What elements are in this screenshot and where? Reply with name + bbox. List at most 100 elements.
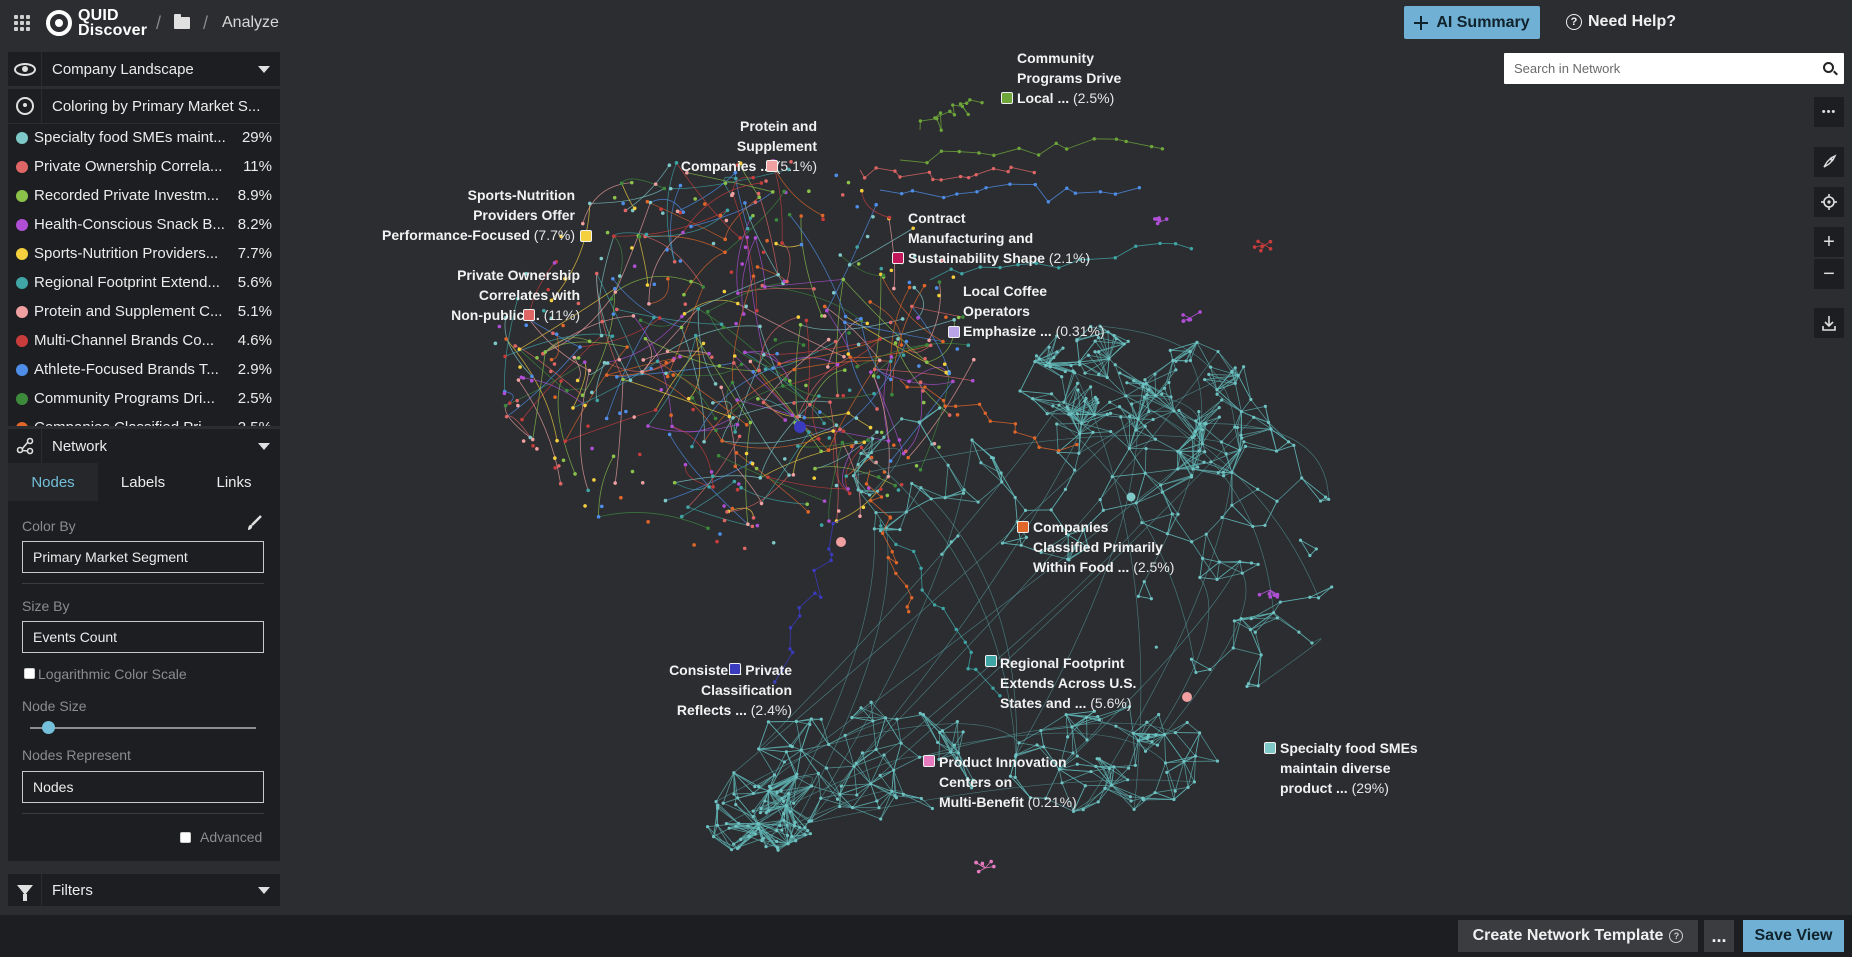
layout-button[interactable] bbox=[1814, 147, 1844, 177]
bottom-more-button[interactable]: ... bbox=[1704, 920, 1734, 952]
search-icon[interactable] bbox=[1823, 62, 1834, 73]
node-size-slider-thumb[interactable] bbox=[41, 721, 55, 734]
cluster-marker[interactable] bbox=[948, 326, 960, 338]
cluster-marker[interactable] bbox=[729, 663, 741, 675]
legend-label: Athlete-Focused Brands T... bbox=[34, 361, 219, 378]
cluster-marker[interactable] bbox=[523, 309, 535, 321]
zoom-in-button[interactable]: + bbox=[1814, 227, 1844, 257]
network-dropdown[interactable]: Network bbox=[8, 429, 280, 463]
quid-logo-icon bbox=[46, 10, 72, 36]
cluster-label[interactable]: Protein and Supplement Companies ... (5.… bbox=[681, 116, 817, 176]
filters-dropdown[interactable]: Filters bbox=[8, 874, 280, 906]
tab-nodes[interactable]: Nodes bbox=[8, 463, 98, 501]
network-toggle[interactable] bbox=[8, 429, 42, 463]
filters-title: Filters bbox=[52, 882, 93, 899]
eye-icon bbox=[13, 62, 36, 76]
crosshair-icon bbox=[1821, 194, 1837, 210]
network-icon bbox=[16, 437, 33, 455]
node-size-slider[interactable] bbox=[30, 727, 256, 729]
save-view-button[interactable]: Save View bbox=[1743, 920, 1844, 952]
legend-item[interactable]: Health-Conscious Snack B... 8.2% bbox=[8, 211, 280, 240]
legend-label: Sports-Nutrition Providers... bbox=[34, 245, 219, 262]
download-button[interactable] bbox=[1814, 308, 1844, 338]
advanced-checkbox[interactable] bbox=[180, 832, 191, 843]
bottom-bar: Create Network Template ? ... Save View bbox=[0, 915, 1852, 957]
folder-icon[interactable] bbox=[174, 14, 190, 29]
cluster-marker[interactable] bbox=[580, 230, 592, 242]
legend-item[interactable]: Specialty food SMEs maint... 29% bbox=[8, 124, 280, 153]
cluster-marker[interactable] bbox=[985, 655, 997, 667]
create-network-template-button[interactable]: Create Network Template ? bbox=[1458, 920, 1698, 952]
legend-item[interactable]: Private Ownership Correla... 11% bbox=[8, 153, 280, 182]
nodes-represent-label: Nodes Represent bbox=[22, 747, 131, 763]
legend-item[interactable]: Multi-Channel Brands Co... 4.6% bbox=[8, 327, 280, 356]
cluster-name: Local Coffee Operators Emphasize ... bbox=[963, 283, 1052, 339]
log-scale-label: Logarithmic Color Scale bbox=[38, 666, 187, 682]
cluster-marker[interactable] bbox=[1017, 521, 1029, 533]
legend-percentage: 29% bbox=[241, 129, 272, 146]
view-dropdown-value: Company Landscape bbox=[52, 61, 194, 78]
size-by-label: Size By bbox=[22, 598, 70, 614]
legend-item[interactable]: Regional Footprint Extend... 5.6% bbox=[8, 269, 280, 298]
need-help-button[interactable]: ? Need Help? bbox=[1566, 13, 1676, 31]
legend-label: Multi-Channel Brands Co... bbox=[34, 332, 215, 349]
legend-swatch bbox=[16, 364, 28, 376]
view-toggle[interactable] bbox=[8, 52, 42, 86]
tab-links[interactable]: Links bbox=[188, 463, 280, 501]
tab-labels[interactable]: Labels bbox=[98, 463, 188, 501]
cluster-marker[interactable] bbox=[766, 160, 778, 172]
cluster-label[interactable]: Companies Classified Primarily Within Fo… bbox=[1033, 517, 1174, 577]
cluster-label[interactable]: Community Programs Drive Local ... (2.5%… bbox=[1017, 48, 1121, 108]
network-search bbox=[1504, 53, 1844, 84]
legend-percentage: 2.5% bbox=[237, 390, 272, 407]
nodes-represent-field[interactable]: Nodes bbox=[22, 771, 264, 803]
question-circle-icon: ? bbox=[1669, 929, 1684, 943]
divider bbox=[22, 813, 264, 814]
cluster-label[interactable]: Product Innovation Centers on Multi-Bene… bbox=[939, 752, 1077, 812]
breadcrumb-analyze[interactable]: Analyze bbox=[222, 14, 279, 32]
legend-swatch bbox=[16, 422, 28, 426]
cluster-label[interactable]: Regional Footprint Extends Across U.S. S… bbox=[1000, 653, 1136, 713]
cluster-percentage: (11%) bbox=[543, 307, 580, 323]
legend-item[interactable]: Recorded Private Investm... 8.9% bbox=[8, 182, 280, 211]
legend-percentage: 4.6% bbox=[237, 332, 272, 349]
cluster-marker[interactable] bbox=[892, 252, 904, 264]
size-by-field[interactable]: Events Count bbox=[22, 621, 264, 653]
cluster-percentage: (2.5%) bbox=[1073, 90, 1115, 106]
cluster-percentage: (0.31%) bbox=[1055, 323, 1105, 339]
legend-item[interactable]: Sports-Nutrition Providers... 7.7% bbox=[8, 240, 280, 269]
paintbrush-icon[interactable] bbox=[246, 515, 262, 531]
ai-summary-button[interactable]: AI Summary bbox=[1404, 6, 1540, 39]
recenter-button[interactable] bbox=[1814, 187, 1844, 217]
top-bar: QUID Discover / / Analyze AI Summary ? N… bbox=[0, 0, 1852, 48]
zoom-out-button[interactable]: − bbox=[1814, 259, 1844, 289]
coloring-selector[interactable]: Coloring by Primary Market S... bbox=[8, 89, 280, 123]
color-by-field[interactable]: Primary Market Segment bbox=[22, 541, 264, 573]
cluster-label[interactable]: Contract Manufacturing and Sustainabilit… bbox=[908, 208, 1090, 268]
log-scale-checkbox[interactable] bbox=[24, 668, 35, 679]
legend-label: Protein and Supplement C... bbox=[34, 303, 223, 320]
more-options-button[interactable]: ••• bbox=[1814, 97, 1844, 127]
cluster-label[interactable]: Sports-Nutrition Providers Offer Perform… bbox=[382, 185, 575, 245]
view-dropdown[interactable]: Company Landscape bbox=[8, 52, 280, 86]
cluster-label[interactable]: Private Ownership Correlates with Non-pu… bbox=[451, 265, 580, 325]
legend-swatch bbox=[16, 393, 28, 405]
cluster-marker[interactable] bbox=[1001, 92, 1013, 104]
legend-percentage: 11% bbox=[243, 158, 272, 175]
apps-grid-icon[interactable] bbox=[14, 15, 30, 31]
legend-swatch bbox=[16, 306, 28, 318]
legend-item[interactable]: Protein and Supplement C... 5.1% bbox=[8, 298, 280, 327]
cluster-marker[interactable] bbox=[923, 755, 935, 767]
coloring-toggle[interactable] bbox=[8, 89, 42, 123]
cluster-label[interactable]: Specialty food SMEs maintain diverse pro… bbox=[1280, 738, 1418, 798]
quid-logo[interactable]: QUID Discover bbox=[46, 8, 148, 39]
cluster-marker[interactable] bbox=[1264, 742, 1276, 754]
cluster-label[interactable]: Local Coffee Operators Emphasize ... (0.… bbox=[963, 281, 1105, 341]
legend-item[interactable]: Athlete-Focused Brands T... 2.9% bbox=[8, 356, 280, 385]
legend-item[interactable]: Companies Classified Pri... 2.5% bbox=[8, 414, 280, 426]
search-input[interactable] bbox=[1504, 53, 1804, 84]
legend-swatch bbox=[16, 277, 28, 289]
legend-item[interactable]: Community Programs Dri... 2.5% bbox=[8, 385, 280, 414]
logo-line-2: Discover bbox=[78, 22, 148, 39]
filters-toggle[interactable] bbox=[8, 874, 42, 906]
